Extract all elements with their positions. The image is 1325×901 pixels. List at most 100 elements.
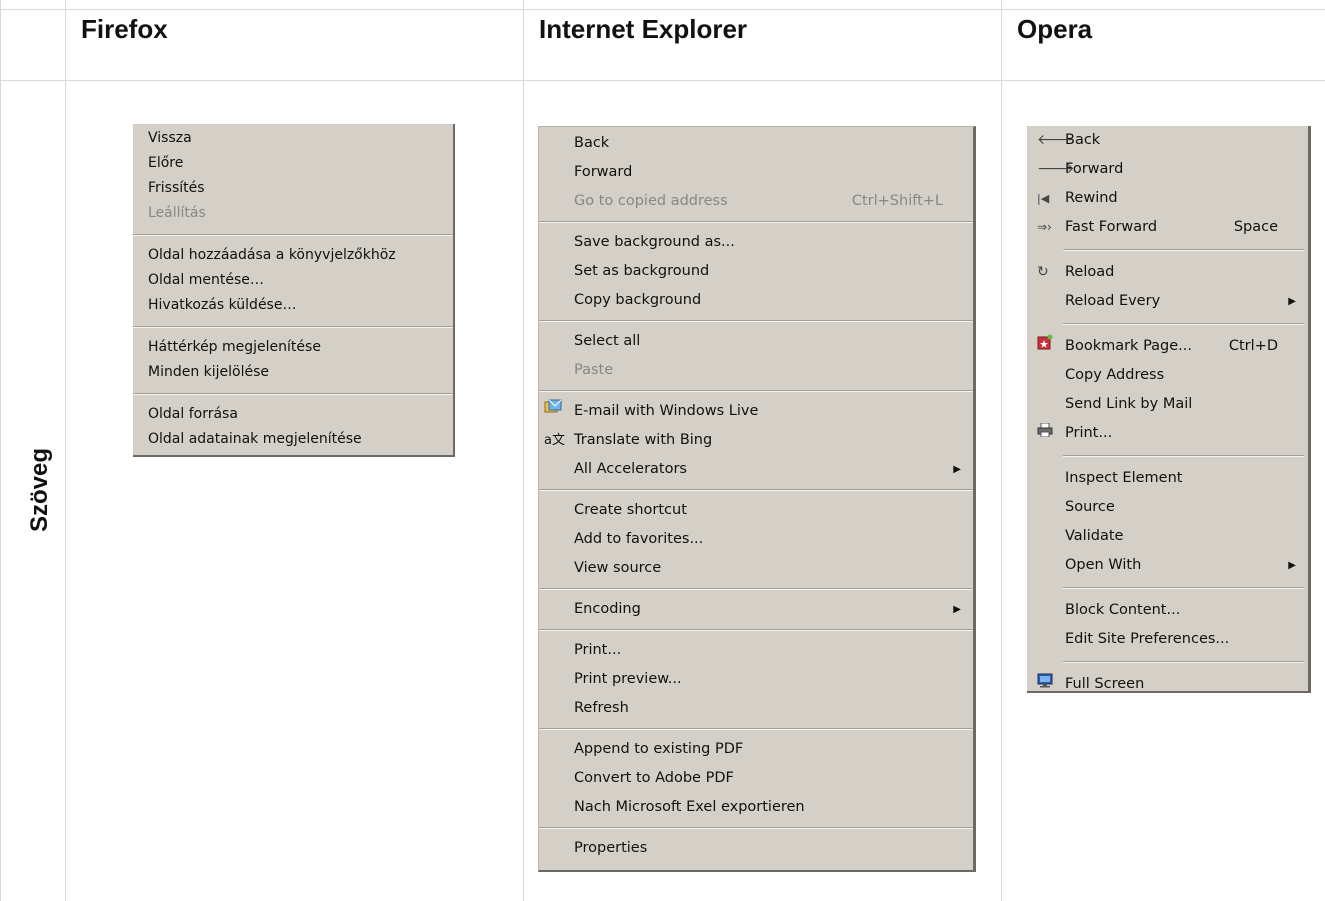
reload-icon: ↻ (1037, 264, 1049, 280)
ff-item-save-page[interactable]: Oldal mentése… (133, 268, 453, 293)
ie-item-properties[interactable]: Properties (539, 834, 973, 863)
ie-context-menu: Back Forward Go to copied address Ctrl+S… (538, 126, 976, 872)
op-item-rewind-label: Rewind (1065, 190, 1118, 206)
menu-separator (133, 326, 453, 328)
op-item-validate[interactable]: Validate (1027, 522, 1308, 551)
ff-item-send-link[interactable]: Hivatkozás küldése… (133, 293, 453, 318)
ie-item-export-excel[interactable]: Nach Microsoft Exel exportieren (539, 793, 973, 822)
op-item-reload[interactable]: ↻ Reload (1027, 258, 1308, 287)
ie-item-forward[interactable]: Forward (539, 158, 973, 187)
ff-item-bookmark[interactable]: Oldal hozzáadása a könyvjelzőkhöz (133, 243, 453, 268)
ff-item-stop: Leállítás (148, 205, 206, 221)
menu-separator (133, 393, 453, 395)
ie-item-add-favorites[interactable]: Add to favorites... (539, 525, 973, 554)
ie-item-print-preview[interactable]: Print preview... (539, 665, 973, 694)
menu-separator (539, 320, 973, 322)
grid-line (0, 9, 1325, 10)
ie-item-save-bg[interactable]: Save background as... (539, 228, 973, 257)
ie-item-email-live-label: E-mail with Windows Live (574, 403, 759, 419)
op-item-back[interactable]: 🡐 Back (1027, 126, 1308, 155)
ff-item-select-all[interactable]: Minden kijelölése (133, 360, 453, 385)
op-item-full-screen[interactable]: Full Screen (1027, 670, 1308, 699)
ie-item-print[interactable]: Print... (539, 636, 973, 665)
rewind-icon: |◀ (1037, 192, 1050, 205)
ie-item-append-pdf[interactable]: Append to existing PDF (539, 735, 973, 764)
windows-live-mail-icon (544, 397, 562, 426)
ie-item-convert-pdf[interactable]: Convert to Adobe PDF (539, 764, 973, 793)
ff-item-forward[interactable]: Előre (133, 151, 453, 176)
grid-line (523, 0, 524, 901)
op-item-reload-every[interactable]: Reload Every ▶ (1027, 287, 1308, 316)
menu-separator (539, 489, 973, 491)
op-item-open-with-label: Open With (1065, 557, 1142, 573)
forward-arrow-icon: 🡒 (1037, 161, 1075, 177)
firefox-context-menu: Vissza Előre Frissítés Leállítás Oldal h… (133, 124, 455, 457)
ff-item-page-source[interactable]: Oldal forrása (133, 402, 453, 427)
ie-item-email-live[interactable]: E-mail with Windows Live (539, 397, 973, 426)
ie-item-create-shortcut[interactable]: Create shortcut (539, 496, 973, 525)
ie-item-paste: Paste (574, 362, 614, 378)
op-item-rewind[interactable]: |◀ Rewind (1027, 184, 1308, 213)
monitor-icon (1037, 670, 1053, 699)
op-item-edit-site-prefs[interactable]: Edit Site Preferences... (1027, 625, 1308, 654)
op-item-send-link[interactable]: Send Link by Mail (1027, 390, 1308, 419)
op-item-bookmark-label: Bookmark Page... (1065, 338, 1192, 354)
ie-item-view-source[interactable]: View source (539, 554, 973, 583)
op-item-open-with[interactable]: Open With ▶ (1027, 551, 1308, 580)
submenu-arrow-icon: ▶ (953, 464, 961, 475)
op-item-reload-label: Reload (1065, 264, 1115, 280)
ie-item-translate-bing-label: Translate with Bing (574, 432, 713, 448)
menu-separator (1063, 587, 1304, 589)
op-item-forward[interactable]: 🡒 Forward (1027, 155, 1308, 184)
op-item-bookmark[interactable]: Bookmark Page... Ctrl+D (1027, 332, 1308, 361)
shortcut-label: Ctrl+Shift+L (851, 193, 943, 209)
ff-item-reload[interactable]: Frissítés (133, 176, 453, 201)
menu-separator (539, 827, 973, 829)
opera-context-menu: 🡐 Back 🡒 Forward |◀ Rewind ⇒› Fast Forwa… (1027, 126, 1311, 693)
op-item-source[interactable]: Source (1027, 493, 1308, 522)
op-item-print-label: Print... (1065, 425, 1113, 441)
back-arrow-icon: 🡐 (1037, 132, 1075, 148)
ie-item-translate-bing[interactable]: a文 Translate with Bing (539, 426, 973, 455)
printer-icon (1037, 419, 1053, 448)
menu-separator (1063, 455, 1304, 457)
menu-separator (133, 234, 453, 236)
translate-icon: a文 (544, 433, 565, 448)
op-item-inspect[interactable]: Inspect Element (1027, 464, 1308, 493)
menu-separator (539, 728, 973, 730)
column-header-ie: Internet Explorer (539, 14, 748, 44)
op-item-full-screen-label: Full Screen (1065, 676, 1145, 692)
fast-forward-icon: ⇒› (1037, 220, 1052, 234)
ie-item-all-accelerators[interactable]: All Accelerators ▶ (539, 455, 973, 484)
ie-item-refresh[interactable]: Refresh (539, 694, 973, 723)
column-header-opera: Opera (1017, 14, 1093, 44)
ff-item-view-bg[interactable]: Háttérkép megjelenítése (133, 335, 453, 360)
ie-item-select-all[interactable]: Select all (539, 327, 973, 356)
column-header-firefox: Firefox (81, 14, 168, 44)
menu-separator (539, 221, 973, 223)
ie-item-set-bg[interactable]: Set as background (539, 257, 973, 286)
op-item-copy-address[interactable]: Copy Address (1027, 361, 1308, 390)
shortcut-label: Ctrl+D (1228, 338, 1278, 354)
bookmark-icon (1037, 332, 1053, 361)
op-item-print[interactable]: Print... (1027, 419, 1308, 448)
ie-item-copy-bg[interactable]: Copy background (539, 286, 973, 315)
grid-line (65, 0, 66, 901)
ie-item-back[interactable]: Back (539, 129, 973, 158)
grid-line (0, 80, 1325, 81)
menu-separator (1063, 323, 1304, 325)
op-item-fast-forward[interactable]: ⇒› Fast Forward Space (1027, 213, 1308, 242)
ie-item-all-accelerators-label: All Accelerators (574, 461, 687, 477)
submenu-arrow-icon: ▶ (953, 604, 961, 615)
menu-separator (1063, 661, 1304, 663)
ie-item-go-copied-label: Go to copied address (574, 193, 728, 209)
ff-item-back[interactable]: Vissza (133, 126, 453, 151)
op-item-block-content[interactable]: Block Content... (1027, 596, 1308, 625)
menu-separator (539, 390, 973, 392)
ie-item-encoding-label: Encoding (574, 601, 641, 617)
ie-item-encoding[interactable]: Encoding ▶ (539, 595, 973, 624)
op-item-reload-every-label: Reload Every (1065, 293, 1161, 309)
ff-item-page-info[interactable]: Oldal adatainak megjelenítése (133, 427, 453, 452)
op-item-fast-forward-label: Fast Forward (1065, 219, 1158, 235)
grid-line (1001, 0, 1002, 901)
